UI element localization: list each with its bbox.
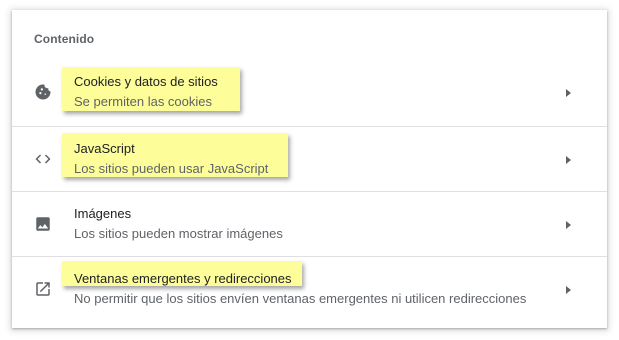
settings-row-images[interactable]: Imágenes Los sitios pueden mostrar imáge… bbox=[12, 191, 607, 257]
row-subtitle: No permitir que los sitios envíen ventan… bbox=[74, 291, 527, 306]
chevron-right-icon[interactable] bbox=[566, 156, 571, 164]
row-title: JavaScript bbox=[74, 141, 135, 156]
cookie-icon bbox=[34, 83, 52, 101]
row-title: Cookies y datos de sitios bbox=[74, 74, 218, 89]
row-text: JavaScript Los sitios pueden usar JavaSc… bbox=[74, 139, 567, 179]
row-subtitle: Se permiten las cookies bbox=[74, 94, 213, 109]
image-icon bbox=[34, 215, 52, 233]
row-subtitle: Los sitios pueden usar JavaScript bbox=[74, 161, 269, 176]
chevron-right-icon[interactable] bbox=[566, 286, 571, 294]
open-in-new-icon bbox=[34, 280, 52, 298]
settings-row-popups[interactable]: Ventanas emergentes y redirecciones No p… bbox=[12, 256, 607, 322]
chevron-right-icon[interactable] bbox=[566, 89, 571, 97]
content-settings-panel: Contenido Cookies y datos de sitios Se p… bbox=[12, 10, 607, 328]
row-text: Ventanas emergentes y redirecciones No p… bbox=[74, 269, 567, 309]
row-text: Imágenes Los sitios pueden mostrar imáge… bbox=[74, 204, 567, 244]
chevron-right-icon[interactable] bbox=[566, 221, 571, 229]
row-subtitle: Los sitios pueden mostrar imágenes bbox=[74, 226, 283, 241]
settings-row-javascript[interactable]: JavaScript Los sitios pueden usar JavaSc… bbox=[12, 126, 607, 192]
row-title: Ventanas emergentes y redirecciones bbox=[74, 271, 292, 286]
settings-row-cookies[interactable]: Cookies y datos de sitios Se permiten la… bbox=[12, 60, 607, 125]
row-title: Imágenes bbox=[74, 206, 132, 221]
section-title: Contenido bbox=[34, 32, 95, 46]
row-text: Cookies y datos de sitios Se permiten la… bbox=[74, 72, 567, 112]
code-icon bbox=[34, 150, 52, 168]
